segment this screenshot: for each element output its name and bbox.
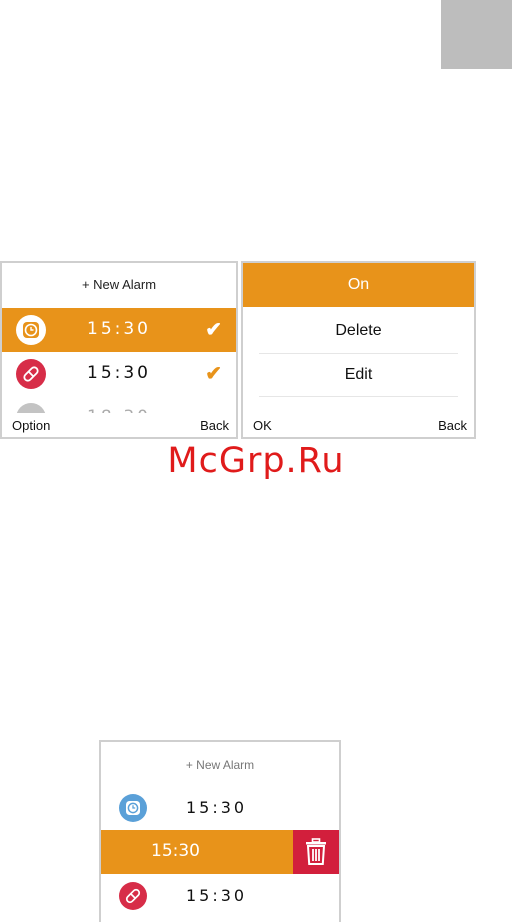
ok-softkey[interactable]: OK <box>253 418 272 433</box>
alarm-row[interactable]: 15:30 ✔ <box>2 308 236 352</box>
new-alarm-button[interactable]: + New Alarm <box>2 277 236 292</box>
alarm-time: 15:30 <box>186 798 248 817</box>
alarm-clock-icon <box>119 794 147 822</box>
alarm-time: 15:30 <box>186 886 248 905</box>
menu-item-edit[interactable]: Edit <box>243 353 474 397</box>
alarm-time: 15:30 <box>87 319 151 339</box>
menu-item-on[interactable]: On <box>243 263 474 307</box>
alarm-time: 15:30 <box>151 841 200 861</box>
pill-icon <box>16 359 46 389</box>
back-softkey[interactable]: Back <box>200 418 229 433</box>
alarm-row[interactable]: 15:30 <box>101 874 339 918</box>
option-softkey[interactable]: Option <box>12 418 50 433</box>
page-corner-tab <box>441 0 512 69</box>
softkey-bar: Option Back <box>2 413 236 437</box>
new-alarm-button[interactable]: + New Alarm <box>101 758 339 772</box>
alarm-row[interactable]: 15:30 <box>101 786 339 830</box>
trash-icon <box>306 838 326 865</box>
softkey-bar: OK Back <box>243 413 474 437</box>
alarm-clock-icon <box>16 315 46 345</box>
back-softkey[interactable]: Back <box>438 418 467 433</box>
alarm-time: 15:30 <box>87 363 151 383</box>
watermark: McGrp.Ru <box>167 441 345 481</box>
check-icon: ✔ <box>205 363 222 385</box>
pill-icon <box>119 882 147 910</box>
menu-divider <box>259 396 458 397</box>
check-icon: ✔ <box>205 319 222 341</box>
delete-button[interactable] <box>293 830 339 874</box>
alarm-list-swipe-screen: + New Alarm 15:30 15:30 15:30 <box>99 740 341 922</box>
menu-item-delete[interactable]: Delete <box>243 309 474 353</box>
options-menu-screen: On Delete Edit OK Back <box>241 261 476 439</box>
alarm-row[interactable]: 15:30 ✔ <box>2 352 236 396</box>
alarm-list-screen: + New Alarm 15:30 ✔ 15:30 ✔ 18:30 <box>0 261 238 439</box>
alarm-row-swiped[interactable]: 15:30 <box>101 830 339 874</box>
